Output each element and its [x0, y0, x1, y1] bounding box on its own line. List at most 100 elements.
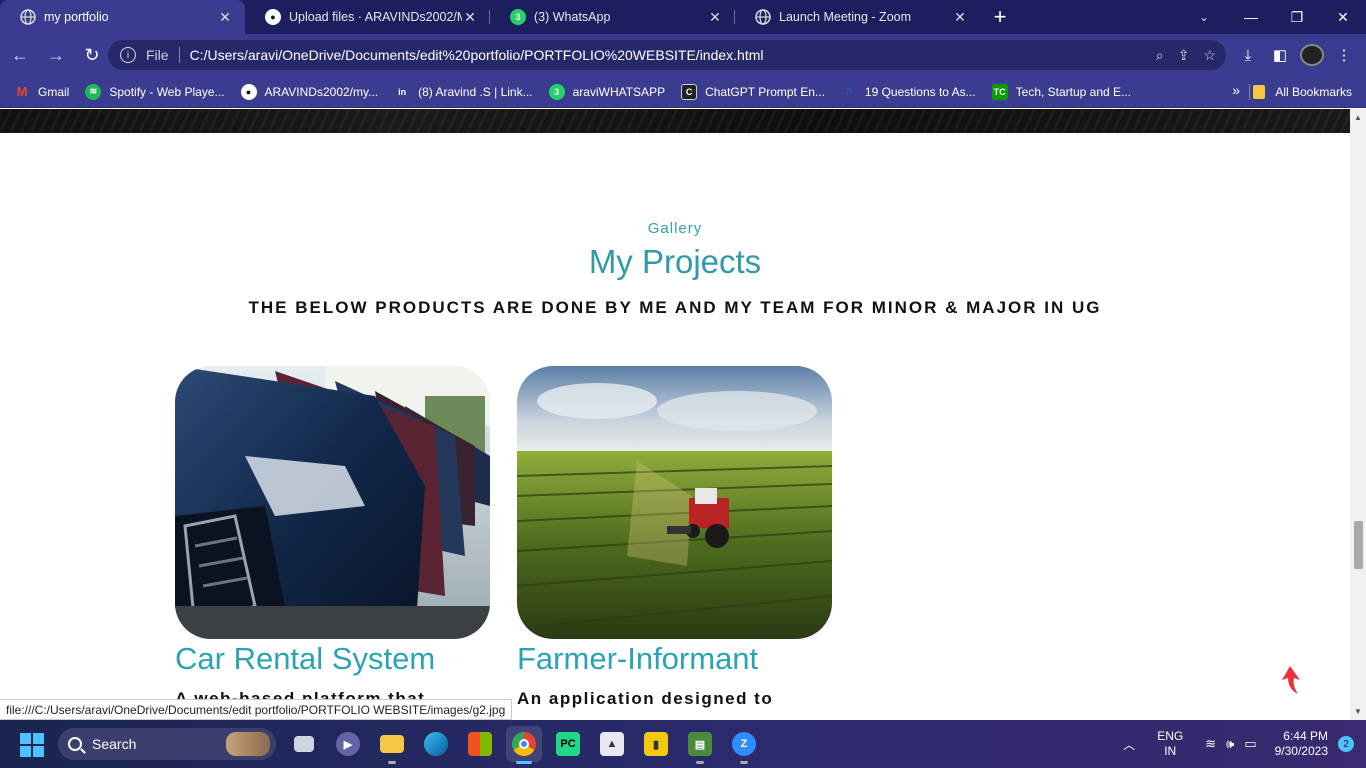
tab-my-portfolio[interactable]: my portfolio ✕	[0, 0, 245, 34]
taskbar: Search ▶ PC ▲ ▮ ▤ Z ︿ ENG IN ≋ 🕪 ▭ 6:44 …	[0, 720, 1366, 768]
bookmark-page-icon: ⎍	[845, 86, 853, 96]
project-card-farmer-informant: Farmer-Informant An application designed…	[517, 366, 832, 713]
teams-chat-icon[interactable]: ▶	[330, 726, 366, 762]
tray-icons[interactable]: ≋ 🕪 ▭	[1205, 736, 1256, 752]
search-label: Search	[92, 736, 137, 752]
share-icon[interactable]: ⇪	[1178, 47, 1190, 64]
tab-upload-files[interactable]: ● Upload files · ARAVINDs2002/M ✕	[245, 0, 490, 34]
linkedin-icon: in	[398, 86, 407, 97]
address-bar[interactable]: i File C:/Users/aravi/OneDrive/Documents…	[108, 40, 1226, 70]
bookmark-label: Tech, Startup and E...	[1015, 84, 1132, 99]
section-subtitle: THE BELOW PRODUCTS ARE DONE BY ME AND MY…	[248, 298, 1102, 317]
bookmark-gmail[interactable]: M Gmail	[14, 84, 70, 100]
cleaner-app-icon[interactable]: ▲	[594, 726, 630, 762]
taskbar-search[interactable]: Search	[58, 728, 276, 760]
globe-icon	[755, 9, 771, 25]
new-tab-button[interactable]: +	[980, 0, 1020, 34]
project-description: An application designed to	[517, 689, 774, 708]
whatsapp-icon: 3	[510, 9, 526, 25]
tab-label: Launch Meeting - Zoom	[779, 10, 912, 24]
bookmark-questions[interactable]: ⎍ 19 Questions to As...	[841, 84, 976, 100]
close-icon[interactable]: ✕	[217, 9, 233, 26]
reload-button[interactable]: ↻	[76, 39, 108, 71]
toolbar-actions: ⤓ ◧ ⋮	[1236, 40, 1356, 70]
forward-button[interactable]: →	[40, 39, 72, 71]
bookmark-label: ARAVINDs2002/my...	[264, 84, 379, 99]
bookmark-label: araviWHATSAPP	[572, 84, 666, 99]
window-controls: — ❐ ✕	[1228, 0, 1366, 34]
task-view-icon[interactable]	[286, 726, 322, 762]
chrome-icon[interactable]	[506, 726, 542, 764]
tab-label: Upload files · ARAVINDs2002/M	[289, 10, 462, 24]
scroll-up-icon[interactable]: ▲	[1354, 113, 1362, 122]
bookmark-linkedin[interactable]: in (8) Aravind .S | Link...	[394, 84, 533, 100]
url-text[interactable]: C:/Users/aravi/OneDrive/Documents/edit%2…	[190, 47, 764, 63]
scheme-label: File	[146, 47, 169, 63]
bookmark-chatgpt[interactable]: C ChatGPT Prompt En...	[681, 83, 825, 100]
search-icon	[68, 737, 82, 751]
chevron-up-icon[interactable]: ︿	[1123, 736, 1135, 753]
bookmark-techcrunch[interactable]: TC Tech, Startup and E...	[991, 83, 1132, 100]
chatgpt-icon: C	[681, 83, 698, 100]
bookmark-whatsapp[interactable]: 3 araviWHATSAPP	[548, 83, 666, 100]
tractor-field-photo[interactable]	[517, 366, 832, 639]
tab-whatsapp[interactable]: 3 (3) WhatsApp ✕	[490, 0, 735, 34]
bookmark-label: ChatGPT Prompt En...	[705, 84, 825, 99]
info-icon[interactable]: i	[120, 47, 136, 63]
all-bookmarks[interactable]: All Bookmarks	[1253, 76, 1352, 108]
windows-start-icon[interactable]	[20, 733, 44, 757]
zoom-icon[interactable]: Z	[726, 726, 762, 764]
omnibox-actions: ⌕ ⇪ ☆	[1156, 47, 1216, 64]
section-kicker: Gallery	[647, 220, 703, 237]
back-button[interactable]: ←	[4, 39, 36, 71]
language-indicator[interactable]: ENG IN	[1157, 729, 1183, 759]
page-title: My Projects	[588, 243, 762, 280]
bookmark-spotify[interactable]: ≋ Spotify - Web Playe...	[85, 83, 225, 100]
spreadsheet-app-icon[interactable]: ▤	[682, 726, 718, 764]
taskbar-apps: ▶ PC ▲ ▮ ▤ Z	[286, 726, 762, 764]
bookmark-label: Spotify - Web Playe...	[109, 84, 225, 99]
status-url: file:///C:/Users/aravi/OneDrive/Document…	[0, 699, 513, 720]
star-icon[interactable]: ☆	[1203, 47, 1216, 64]
close-window-button[interactable]: ✕	[1320, 0, 1366, 34]
zoom-icon[interactable]: ⌕	[1156, 47, 1164, 64]
edge-icon[interactable]	[418, 726, 454, 762]
power-bi-icon[interactable]: ▮	[638, 726, 674, 762]
lang-line2: IN	[1164, 744, 1177, 758]
clock-time: 6:44 PM	[1283, 729, 1328, 743]
chevron-down-icon[interactable]: ⌄	[1186, 0, 1222, 34]
lang-line1: ENG	[1157, 729, 1184, 743]
page-viewport: Gallery My Projects THE BELOW PRODUCTS A…	[0, 109, 1350, 720]
page-scrollbar[interactable]: ▲ ▼	[1350, 109, 1366, 720]
divider	[1249, 84, 1250, 100]
minimize-button[interactable]: —	[1228, 0, 1274, 34]
techcrunch-icon: TC	[991, 83, 1008, 100]
gmail-icon: M	[16, 84, 28, 99]
spotify-icon: ≋	[85, 83, 102, 100]
battery-icon: ▭	[1244, 736, 1257, 751]
scroll-down-icon[interactable]: ▼	[1354, 707, 1362, 716]
close-icon[interactable]: ✕	[952, 9, 968, 26]
close-icon[interactable]: ✕	[462, 9, 478, 26]
divider	[178, 47, 180, 63]
tab-zoom[interactable]: Launch Meeting - Zoom ✕	[735, 0, 980, 34]
file-explorer-icon[interactable]	[374, 726, 410, 764]
parked-cars-photo[interactable]	[175, 366, 490, 639]
menu-icon[interactable]: ⋮	[1332, 46, 1356, 64]
avatar[interactable]	[1300, 44, 1324, 66]
back-to-top-arrow-icon[interactable]	[1278, 664, 1304, 696]
microsoft-store-icon[interactable]	[462, 726, 498, 762]
whatsapp-icon: 3	[548, 83, 565, 100]
clock[interactable]: 6:44 PM 9/30/2023	[1275, 729, 1328, 759]
notification-badge[interactable]: 2	[1338, 736, 1354, 752]
bookmark-github[interactable]: ● ARAVINDs2002/my...	[240, 83, 379, 100]
pycharm-icon[interactable]: PC	[550, 726, 586, 762]
close-icon[interactable]: ✕	[707, 9, 723, 26]
project-title: Car Rental System	[175, 641, 436, 676]
restore-button[interactable]: ❐	[1274, 0, 1320, 34]
side-panel-icon[interactable]: ◧	[1268, 46, 1292, 64]
scrollbar-thumb[interactable]	[1354, 521, 1363, 569]
header-band	[0, 109, 1350, 133]
download-icon[interactable]: ⤓	[1236, 47, 1260, 64]
chevron-right-icon[interactable]: »	[1232, 82, 1240, 98]
